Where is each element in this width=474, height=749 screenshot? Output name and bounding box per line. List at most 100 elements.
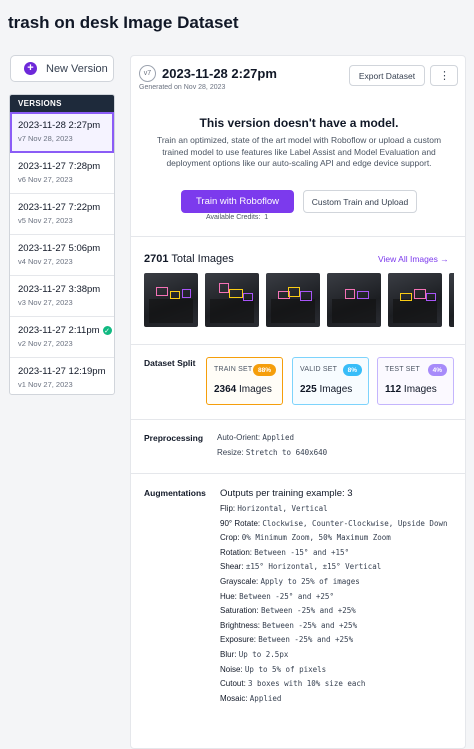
- version-sub: v3 Nov 27, 2023: [18, 298, 73, 307]
- version-date: 2023-11-27 12:19pm: [18, 366, 106, 377]
- versions-header: VERSIONS: [10, 95, 114, 112]
- version-date: 2023-11-27 7:28pm: [18, 161, 101, 172]
- image-thumbnail[interactable]: [327, 273, 381, 327]
- preprocessing-auto-orient: Auto-Orient: Applied: [217, 433, 294, 442]
- augmentation-value: Clockwise, Counter-Clockwise, Upside Dow…: [262, 518, 448, 528]
- annotation-box: [300, 291, 312, 301]
- new-version-button[interactable]: + New Version: [10, 55, 114, 82]
- augmentation-row: Brightness: Between -25% and +25%: [220, 619, 460, 634]
- version-sub: v7 Nov 28, 2023: [18, 134, 73, 143]
- image-thumbnail[interactable]: [266, 273, 320, 327]
- augmentation-row: Exposure: Between -25% and +25%: [220, 633, 460, 648]
- annotation-box: [219, 283, 229, 293]
- augmentation-value: Between -25% and +25%: [258, 635, 354, 645]
- augmentation-key: 90° Rotate:: [220, 518, 261, 528]
- preprocessing-resize: Resize: Stretch to 640x640: [217, 448, 327, 457]
- augmentation-key: Blur:: [220, 649, 237, 659]
- version-item-v3[interactable]: 2023-11-27 3:38pm v3 Nov 27, 2023: [10, 276, 114, 317]
- image-thumbnail[interactable]: [205, 273, 259, 327]
- version-date: 2023-11-27 5:06pm: [18, 243, 101, 254]
- no-model-description: Train an optimized, state of the art mod…: [156, 135, 442, 168]
- more-options-button[interactable]: ⋮: [430, 65, 458, 86]
- annotation-box: [288, 287, 300, 297]
- augmentations-list: Flip: Horizontal, Vertical 90° Rotate: C…: [220, 502, 460, 706]
- page-title: trash on desk Image Dataset: [8, 13, 239, 32]
- train-with-roboflow-button[interactable]: Train with Roboflow: [181, 190, 294, 213]
- no-model-title: This version doesn't have a model.: [199, 116, 399, 130]
- augmentation-key: Cutout:: [220, 679, 246, 689]
- train-set-card: TRAIN SET 88% 2364 Images: [206, 357, 283, 405]
- train-set-percent: 88%: [252, 364, 276, 376]
- annotation-box: [229, 289, 243, 298]
- augmentations-outputs: Outputs per training example: 3: [220, 488, 353, 499]
- annotation-box: [345, 289, 355, 299]
- version-title: 2023-11-28 2:27pm: [162, 66, 277, 81]
- augmentation-value: Up to 5% of pixels: [244, 664, 327, 674]
- valid-set-percent: 8%: [342, 364, 362, 376]
- augmentation-key: Noise:: [220, 664, 243, 674]
- augmentation-row: 90° Rotate: Clockwise, Counter-Clockwise…: [220, 517, 460, 532]
- augmentation-row: Rotation: Between -15° and +15°: [220, 546, 460, 561]
- annotation-box: [426, 293, 436, 301]
- dataset-split-label: Dataset Split: [144, 358, 196, 368]
- valid-set-value: 225 Images: [300, 384, 368, 395]
- version-item-v7[interactable]: 2023-11-28 2:27pm v7 Nov 28, 2023: [10, 112, 114, 153]
- valid-set-unit: Images: [319, 384, 353, 395]
- image-thumbnail[interactable]: [388, 273, 442, 327]
- augmentation-value: Between -15° and +15°: [254, 547, 350, 557]
- credits-value: 1: [264, 214, 269, 221]
- augmentation-key: Brightness:: [220, 620, 261, 630]
- version-item-v5[interactable]: 2023-11-27 7:22pm v5 Nov 27, 2023: [10, 194, 114, 235]
- version-sub: v5 Nov 27, 2023: [18, 216, 73, 225]
- test-set-unit: Images: [403, 384, 437, 395]
- preprocessing-value: Stretch to 640x640: [245, 448, 328, 457]
- test-set-card: TEST SET 4% 112 Images: [377, 357, 454, 405]
- augmentation-row: Shear: ±15° Horizontal, ±15° Vertical: [220, 560, 460, 575]
- augmentation-value: Applied: [249, 693, 282, 703]
- augmentation-key: Rotation:: [220, 547, 253, 557]
- new-version-label: New Version: [46, 62, 108, 75]
- version-badge: v7: [139, 65, 156, 82]
- augmentation-key: Crop:: [220, 533, 240, 543]
- version-item-v4[interactable]: 2023-11-27 5:06pm v4 Nov 27, 2023: [10, 235, 114, 276]
- total-images-label: Total Images: [171, 253, 234, 265]
- augmentation-key: Saturation:: [220, 606, 259, 616]
- annotation-box: [170, 291, 180, 299]
- train-set-value: 2364 Images: [214, 384, 282, 395]
- augmentation-row: Hue: Between -25° and +25°: [220, 590, 460, 605]
- image-thumbnail[interactable]: [449, 273, 454, 327]
- augmentation-row: Noise: Up to 5% of pixels: [220, 663, 460, 678]
- version-item-v2[interactable]: 2023-11-27 2:11pm ✓ v2 Nov 27, 2023: [10, 317, 114, 358]
- image-thumbnail[interactable]: [144, 273, 198, 327]
- version-item-v6[interactable]: 2023-11-27 7:28pm v6 Nov 27, 2023: [10, 153, 114, 194]
- total-images-count: 2701: [144, 253, 169, 265]
- preprocessing-key: Resize:: [217, 448, 244, 457]
- version-sub: v4 Nov 27, 2023: [18, 257, 73, 266]
- augmentation-value: ±15° Horizontal, ±15° Vertical: [245, 562, 382, 572]
- plus-icon: +: [24, 62, 37, 75]
- version-item-v1[interactable]: 2023-11-27 12:19pm v1 Nov 27, 2023: [10, 358, 114, 394]
- augmentation-key: Hue:: [220, 591, 237, 601]
- export-dataset-button[interactable]: Export Dataset: [349, 65, 425, 86]
- version-date: 2023-11-27 7:22pm: [18, 202, 101, 213]
- annotation-box: [182, 289, 191, 298]
- image-thumbnails: [144, 273, 454, 327]
- valid-set-card: VALID SET 8% 225 Images: [292, 357, 369, 405]
- divider: [131, 419, 465, 420]
- check-icon: ✓: [102, 326, 112, 335]
- version-date: 2023-11-27 3:38pm: [18, 284, 101, 295]
- annotation-box: [156, 287, 168, 296]
- version-sub: v6 Nov 27, 2023: [18, 175, 73, 184]
- augmentation-row: Grayscale: Apply to 25% of images: [220, 575, 460, 590]
- total-images: 2701 Total Images: [144, 253, 234, 265]
- augmentations-label: Augmentations: [144, 488, 206, 498]
- view-all-images-link[interactable]: View All Images →: [378, 254, 449, 264]
- valid-set-count: 225: [300, 384, 317, 395]
- augmentation-value: Between -25% and +25%: [262, 620, 358, 630]
- augmentation-row: Crop: 0% Minimum Zoom, 50% Maximum Zoom: [220, 531, 460, 546]
- augmentation-value: Up to 2.5px: [238, 649, 289, 659]
- test-set-percent: 4%: [427, 364, 447, 376]
- preprocessing-key: Auto-Orient:: [217, 433, 261, 442]
- custom-train-upload-button[interactable]: Custom Train and Upload: [303, 190, 417, 213]
- augmentation-key: Flip:: [220, 504, 236, 513]
